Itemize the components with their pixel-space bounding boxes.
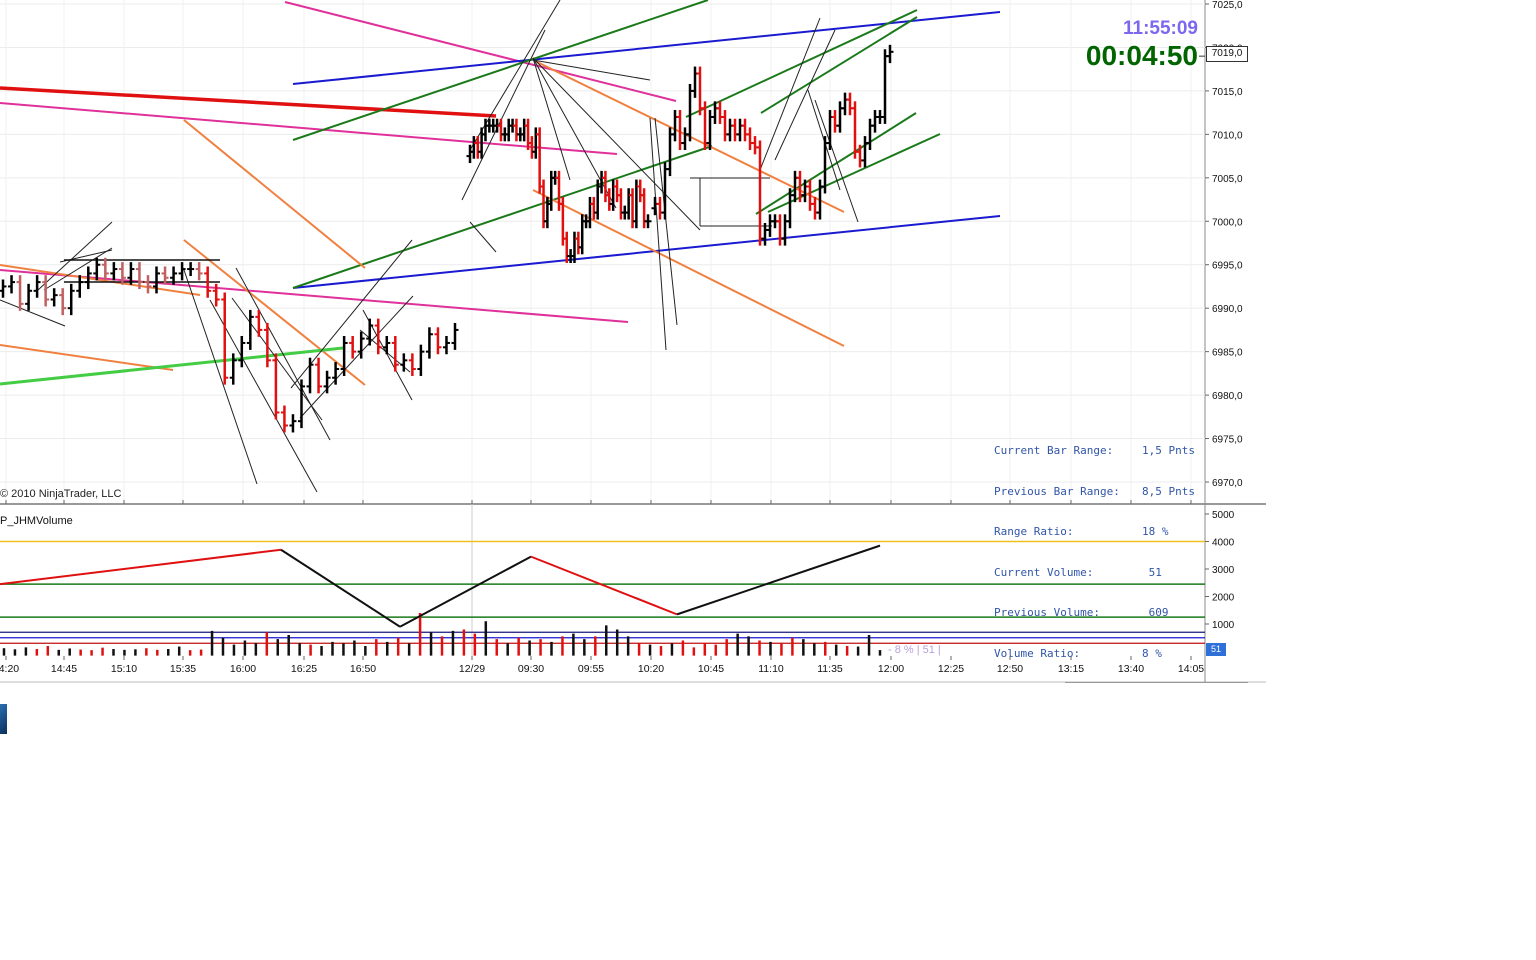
drawn-fan-line bbox=[469, 221, 497, 253]
trend-line bbox=[0, 86, 497, 118]
stat-label: Previous Bar Range: bbox=[994, 484, 1120, 498]
stat-row-volume-ratio: Volume Ratio: 8 % bbox=[994, 647, 1195, 661]
drawn-fan-line bbox=[759, 17, 821, 171]
trend-line bbox=[0, 269, 629, 323]
trend-line bbox=[760, 16, 918, 114]
drawn-fan-line bbox=[649, 117, 667, 351]
time-tick-label: 16:00 bbox=[230, 663, 256, 675]
app-logo-icon bbox=[0, 704, 7, 734]
volume-zigzag-line bbox=[280, 548, 401, 628]
copyright-text: © 2010 NinjaTrader, LLC bbox=[0, 488, 122, 500]
stat-label: Range Ratio: bbox=[994, 525, 1074, 538]
stat-row-range-ratio: Range Ratio: 18 % bbox=[994, 525, 1195, 539]
price-tick-label: 7015,0 bbox=[1212, 87, 1243, 98]
price-tick-label: 6980,0 bbox=[1212, 391, 1243, 402]
stat-value: 8 % bbox=[1142, 646, 1162, 660]
drawn-fan-line bbox=[43, 247, 113, 291]
price-tick-label: 7005,0 bbox=[1212, 174, 1243, 185]
stat-value: 609 bbox=[1142, 606, 1169, 619]
time-tick-label: 16:25 bbox=[291, 663, 317, 675]
time-tick-label: 14:20 bbox=[0, 663, 19, 675]
time-tick-label: 14:45 bbox=[51, 663, 77, 675]
price-tick-label: 6985,0 bbox=[1212, 348, 1243, 359]
volume-readout: - 8 % | 51 | bbox=[888, 644, 941, 656]
time-tick-label: 15:35 bbox=[170, 663, 196, 675]
time-tick-label: 12:00 bbox=[878, 663, 904, 675]
stat-value: 8,5 Pnts bbox=[1142, 484, 1195, 498]
stat-value: 51 bbox=[1142, 565, 1162, 579]
volume-zigzag-line bbox=[676, 544, 881, 616]
drawn-fan-line bbox=[814, 99, 859, 223]
stat-row-current-range: Current Bar Range: 1,5 Pnts bbox=[994, 444, 1195, 458]
time-tick-label: 12/29 bbox=[459, 663, 485, 675]
price-tick-label: 6975,0 bbox=[1212, 435, 1243, 446]
price-tick-label: 6990,0 bbox=[1212, 304, 1243, 315]
time-tick-label: 11:10 bbox=[758, 663, 784, 675]
trend-line bbox=[532, 59, 845, 213]
volume-zigzag-line bbox=[530, 555, 678, 616]
trend-line bbox=[183, 119, 366, 269]
time-tick-label: 09:30 bbox=[518, 663, 544, 675]
trend-line bbox=[685, 9, 918, 118]
price-tick-label: 7025,0 bbox=[1212, 0, 1243, 11]
volume-tick-label: 2000 bbox=[1212, 593, 1235, 604]
bar-stats-panel: Current Bar Range: 1,5 Pnts Previous Bar… bbox=[994, 417, 1195, 687]
stat-row-previous-volume: Previous Volume: 609 bbox=[994, 606, 1195, 620]
volume-tick-label: 4000 bbox=[1212, 538, 1235, 549]
horizontal-scrollbar[interactable] bbox=[1065, 682, 1248, 683]
bar-timer: 00:04:50 bbox=[1085, 40, 1198, 71]
volume-tick-label: 3000 bbox=[1212, 565, 1235, 576]
volume-badge: 51 bbox=[1206, 643, 1226, 656]
last-price-label: 7019,0 bbox=[1206, 46, 1248, 62]
clock-readout: 11:55:09 bbox=[1122, 18, 1198, 39]
stat-row-previous-range: Previous Bar Range: 8,5 Pnts bbox=[994, 485, 1195, 499]
volume-tick-label: 1000 bbox=[1212, 620, 1235, 631]
time-tick-label: 12:25 bbox=[938, 663, 964, 675]
time-tick-label: 10:45 bbox=[698, 663, 724, 675]
stat-value: 18 % bbox=[1142, 525, 1169, 538]
time-tick-label: 09:55 bbox=[578, 663, 604, 675]
volume-tick-label: 5000 bbox=[1212, 510, 1235, 521]
price-tick-label: 7010,0 bbox=[1212, 130, 1243, 141]
time-tick-label: 16:50 bbox=[350, 663, 376, 675]
drawn-fan-line bbox=[183, 269, 258, 485]
time-tick-label: 10:20 bbox=[638, 663, 664, 675]
price-tick-label: 7000,0 bbox=[1212, 217, 1243, 228]
chart-root: 7025,07020,07015,07010,07005,07000,06995… bbox=[0, 0, 1270, 740]
stat-row-current-volume: Current Volume: 51 bbox=[994, 566, 1195, 580]
volume-zigzag-line bbox=[0, 548, 282, 586]
trend-line bbox=[0, 344, 174, 371]
stat-label: Current Bar Range: bbox=[994, 444, 1114, 457]
stat-label: Previous Volume: bbox=[994, 606, 1100, 619]
stat-label: Volume Ratio: bbox=[994, 646, 1081, 660]
stat-label: Current Volume: bbox=[994, 565, 1094, 579]
indicator-name: P_JHMVolume bbox=[0, 515, 73, 527]
trend-line bbox=[532, 189, 845, 347]
stat-value: 1,5 Pnts bbox=[1142, 444, 1195, 457]
volume-zigzag-line bbox=[399, 555, 532, 628]
time-tick-label: 11:35 bbox=[817, 663, 843, 675]
price-tick-label: 6970,0 bbox=[1212, 478, 1243, 489]
time-tick-label: 15:10 bbox=[111, 663, 137, 675]
price-tick-label: 6995,0 bbox=[1212, 261, 1243, 272]
drawn-fan-line bbox=[359, 329, 411, 373]
trend-line bbox=[292, 11, 1001, 85]
